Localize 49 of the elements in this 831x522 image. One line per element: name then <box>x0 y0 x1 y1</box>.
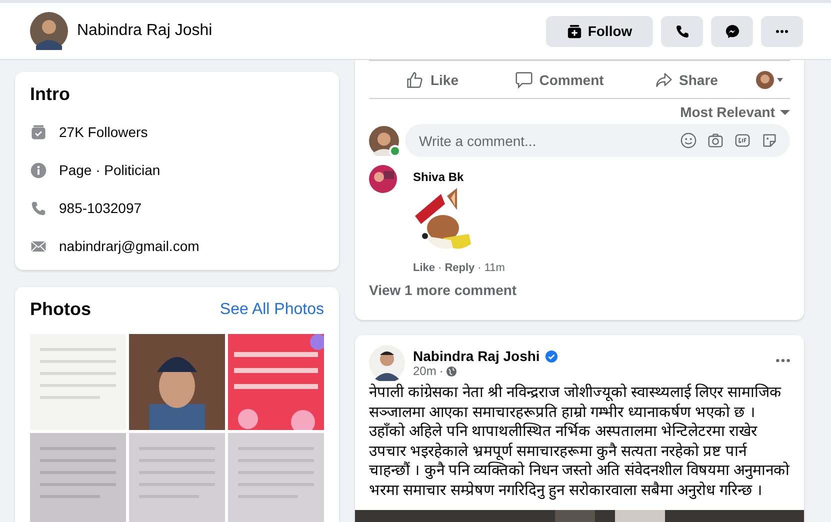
sticker-icon[interactable] <box>761 132 778 149</box>
camera-icon[interactable] <box>707 132 724 149</box>
followers-icon <box>30 124 47 140</box>
post-text: नेपाली कांग्रेसका नेता श्री नविन्द्रराज जोशीज्यूको स्वास्थ्यलाई लिएर सामाजिक सञ्जालमा आएका समाचारहरूप्रति हाम्रो गम्भीर ध्यानाकर्षण भएको छ । उहाँको अहिले पनि थापाथलीस्थित नर्भिक अस्पतालमा भेन्टिलेटरमा राखेर उपचार भइरहेकाले भ्रमपूर्ण समाचारहरूमा कुनै सत्यता नरहेको प्रष्ट पार्न चाहन्छौं । कुनै पनि व्यक्तिको निधन जस्तो अति संवेदनशील विषयमा अनुमानको भरमा समाचार सम्प्रेषण नगरिदिनु हुन सरोकारवाला सबैमा अनुरोध गरिन्छ । <box>369 383 790 500</box>
share-button[interactable]: Share <box>623 70 750 90</box>
more-icon[interactable] <box>776 359 790 362</box>
comment-input[interactable]: Write a comment... <box>417 132 670 150</box>
comment-button[interactable]: Comment <box>496 70 623 90</box>
follow-button[interactable]: Follow <box>546 16 653 46</box>
view-more-comments-link[interactable]: View 1 more comment <box>369 282 790 298</box>
follow-icon <box>566 24 582 38</box>
comment-reply-link[interactable]: Reply <box>444 262 475 274</box>
thumbs-up-icon <box>406 70 424 88</box>
photos-title: Photos <box>30 299 91 320</box>
comment-time: 11m <box>484 262 505 274</box>
separator-dot: · <box>438 262 442 274</box>
author-avatar[interactable] <box>369 345 405 381</box>
info-icon <box>30 162 47 178</box>
messenger-button[interactable] <box>711 16 753 46</box>
more-icon <box>776 30 788 32</box>
avatar-caret-icon <box>756 70 784 88</box>
separator-dot: · <box>478 262 482 274</box>
phone-text: 985-1032097 <box>59 200 142 216</box>
messenger-icon <box>724 24 740 38</box>
followers-text: 27K Followers <box>59 124 148 140</box>
profile-avatar[interactable] <box>30 12 68 50</box>
info-text: Page · Politician <box>59 162 160 178</box>
comment-like-link[interactable]: Like <box>413 262 436 274</box>
share-arrow-icon <box>655 70 674 88</box>
sort-dropdown[interactable]: Most Relevant <box>680 104 790 120</box>
author-name[interactable]: Nabindra Raj Joshi <box>413 348 540 364</box>
caret-icon <box>780 107 790 117</box>
intro-title: Intro <box>30 84 71 105</box>
phone-icon <box>674 24 690 38</box>
call-button[interactable] <box>661 16 703 46</box>
see-all-photos-link[interactable]: See All Photos <box>220 300 324 318</box>
separator-dot: · <box>439 364 444 378</box>
email-text: nabindrarj@gmail.com <box>59 238 200 254</box>
gif-icon[interactable] <box>734 132 751 149</box>
phone-icon <box>30 200 47 216</box>
commenter-name[interactable]: Shiva Bk <box>413 170 505 184</box>
like-button[interactable]: Like <box>369 70 496 90</box>
emoji-icon[interactable] <box>680 132 697 149</box>
page-name[interactable]: Nabindra Raj Joshi <box>77 22 212 40</box>
post-time[interactable]: 20m <box>413 364 436 378</box>
globe-icon <box>446 366 458 376</box>
commenter-avatar[interactable] <box>369 165 397 193</box>
comment-field[interactable]: Write a comment... <box>405 124 790 157</box>
speech-bubble-icon <box>515 70 534 88</box>
